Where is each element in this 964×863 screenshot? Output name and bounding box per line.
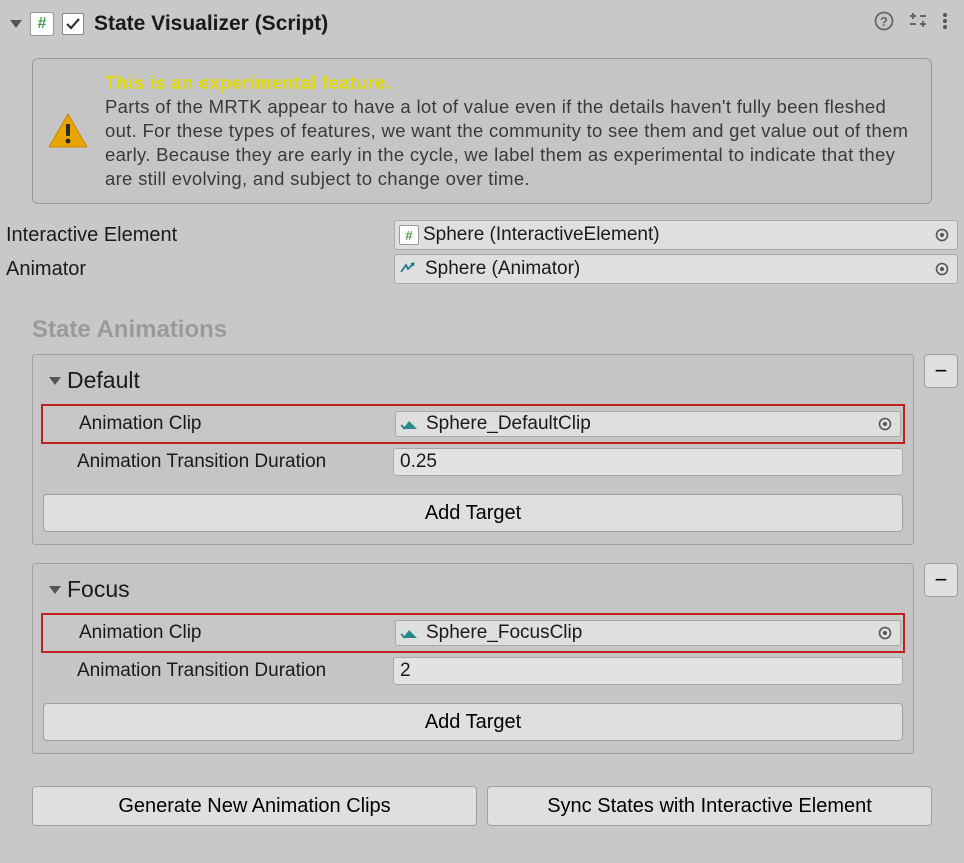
animation-clip-field[interactable]: Sphere_DefaultClip [395, 411, 901, 437]
animation-clip-value: Sphere_FocusClip [426, 622, 874, 644]
script-icon: # [399, 225, 419, 245]
animator-icon [399, 259, 419, 279]
animation-clip-icon [400, 414, 420, 434]
object-picker-icon[interactable] [931, 258, 953, 280]
remove-state-button[interactable]: − [924, 354, 958, 388]
state-row-default: Default Animation Clip Sphere_DefaultCli… [0, 354, 964, 545]
transition-duration-value: 2 [400, 660, 411, 682]
interactive-element-row: Interactive Element # Sphere (Interactiv… [0, 218, 964, 252]
animation-clip-label: Animation Clip [45, 413, 395, 435]
state-header[interactable]: Default [43, 367, 903, 394]
warning-title: This is an experimental feature. [105, 72, 391, 93]
interactive-element-field[interactable]: # Sphere (InteractiveElement) [394, 220, 958, 250]
warning-body: Parts of the MRTK appear to have a lot o… [105, 96, 908, 189]
svg-text:?: ? [880, 14, 888, 29]
interactive-element-value: Sphere (InteractiveElement) [423, 224, 931, 246]
state-row-focus: Focus Animation Clip Sphere_FocusClip An… [0, 563, 964, 754]
transition-duration-value: 0.25 [400, 451, 437, 473]
object-picker-icon[interactable] [874, 413, 896, 435]
component-enabled-checkbox[interactable] [62, 13, 84, 35]
transition-duration-field[interactable]: 0.25 [393, 448, 903, 476]
bottom-buttons: Generate New Animation Clips Sync States… [0, 772, 964, 844]
component-title: State Visualizer (Script) [94, 12, 874, 36]
context-menu-icon[interactable] [942, 11, 948, 37]
state-name: Focus [67, 576, 130, 603]
foldout-arrow-icon[interactable] [10, 20, 22, 28]
sync-states-button[interactable]: Sync States with Interactive Element [487, 786, 932, 826]
animator-value: Sphere (Animator) [425, 258, 931, 280]
add-target-button[interactable]: Add Target [43, 494, 903, 532]
state-card: Default Animation Clip Sphere_DefaultCli… [32, 354, 914, 545]
transition-duration-label: Animation Transition Duration [43, 451, 393, 473]
animator-field[interactable]: Sphere (Animator) [394, 254, 958, 284]
animation-clip-highlight: Animation Clip Sphere_DefaultClip [41, 404, 905, 444]
animation-clip-icon [400, 623, 420, 643]
animation-clip-highlight: Animation Clip Sphere_FocusClip [41, 613, 905, 653]
animation-clip-field[interactable]: Sphere_FocusClip [395, 620, 901, 646]
script-icon: # [30, 12, 54, 36]
animation-clip-value: Sphere_DefaultClip [426, 413, 874, 435]
state-animations-heading: State Animations [0, 286, 964, 354]
object-picker-icon[interactable] [931, 224, 953, 246]
component-header: # State Visualizer (Script) ? [0, 0, 964, 48]
object-picker-icon[interactable] [874, 622, 896, 644]
interactive-element-label: Interactive Element [6, 224, 394, 247]
state-header[interactable]: Focus [43, 576, 903, 603]
generate-clips-button[interactable]: Generate New Animation Clips [32, 786, 477, 826]
foldout-arrow-icon[interactable] [49, 377, 61, 385]
animator-label: Animator [6, 258, 394, 281]
state-name: Default [67, 367, 140, 394]
transition-duration-label: Animation Transition Duration [43, 660, 393, 682]
experimental-warning-box: This is an experimental feature. Parts o… [32, 58, 932, 204]
help-icon[interactable]: ? [874, 11, 894, 37]
foldout-arrow-icon[interactable] [49, 586, 61, 594]
transition-duration-field[interactable]: 2 [393, 657, 903, 685]
animator-row: Animator Sphere (Animator) [0, 252, 964, 286]
animation-clip-label: Animation Clip [45, 622, 395, 644]
state-card: Focus Animation Clip Sphere_FocusClip An… [32, 563, 914, 754]
warning-icon [47, 71, 89, 191]
add-target-button[interactable]: Add Target [43, 703, 903, 741]
preset-icon[interactable] [908, 11, 928, 37]
remove-state-button[interactable]: − [924, 563, 958, 597]
